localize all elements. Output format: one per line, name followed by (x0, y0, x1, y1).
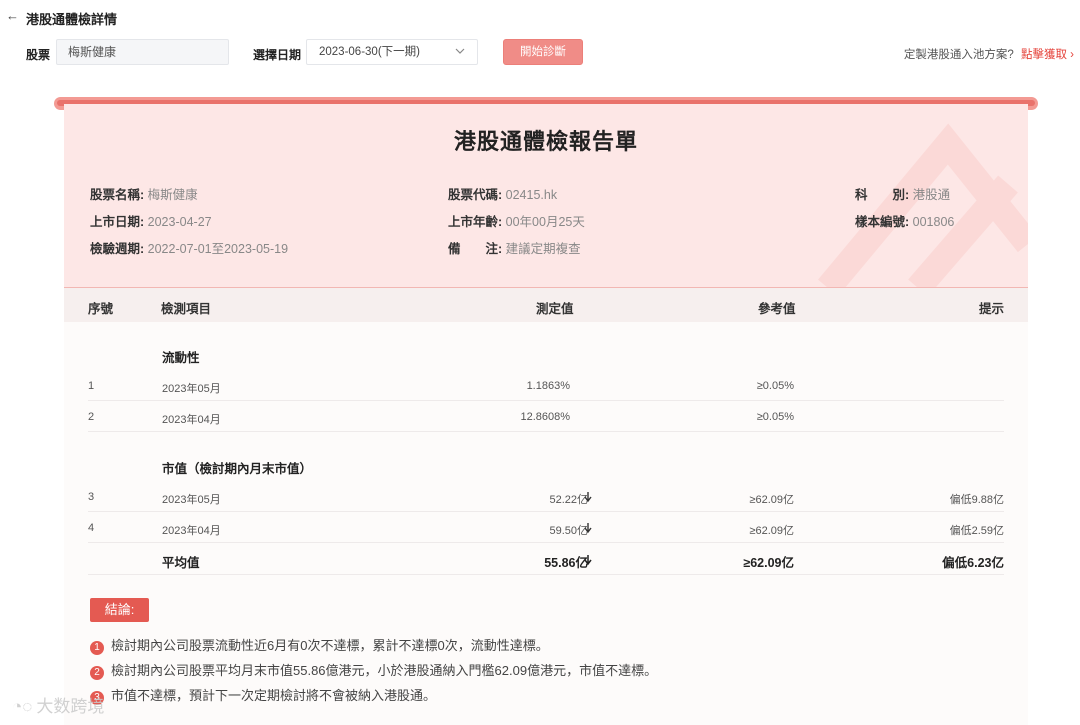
date-select[interactable]: 2023-06-30(下一期) (306, 39, 478, 65)
watermark-logo-icon: ◔◌ (12, 697, 33, 716)
watermark-text: 大数跨境 (36, 697, 105, 716)
stock-label: 股票 (26, 48, 51, 62)
down-arrow-icon (584, 492, 592, 502)
date-select-value: 2023-06-30(下一期) (319, 46, 420, 58)
filter-bar: 股票 梅斯健康 選擇日期 2023-06-30(下一期) 開始診斷 定製港股通入… (0, 38, 1080, 68)
col-value: 測定值 (536, 302, 574, 316)
info-stock-code: 股票代碼: 02415.hk (448, 188, 558, 202)
report-sheet: 港股通體檢報告單 股票名稱: 梅斯健康 股票代碼: 02415.hk 科 別: … (64, 104, 1028, 725)
page-title: 港股通體檢詳情 (26, 12, 118, 27)
info-listing-age: 上市年齡: 00年00月25天 (448, 215, 585, 229)
conclusion-label: 結論: (90, 598, 149, 622)
conclusion-item: 2 檢討期內公司股票平均月末市值55.86億港元，小於港股通納入門檻62.09億港… (90, 660, 657, 680)
chevron-down-icon (455, 48, 465, 54)
date-label: 選擇日期 (253, 48, 302, 62)
table-row: 4 2023年04月 59.50亿 ≥62.09亿 偏低2.59亿 (88, 511, 1004, 543)
table-header: 序號 檢測項目 測定值 參考值 提示 (64, 288, 1028, 322)
col-item: 檢測項目 (161, 302, 212, 316)
back-arrow-icon[interactable]: ← (6, 8, 19, 23)
down-arrow-icon (584, 523, 592, 533)
chevron-right-icon: › (1070, 49, 1074, 61)
watermark: ◔◌ 大数跨境 (8, 692, 104, 717)
conclusion-item: 3 市值不達標，預計下一次定期檢討將不會被納入港股通。 (90, 685, 436, 705)
info-stock-name: 股票名稱: 梅斯健康 (90, 188, 198, 202)
info-period: 檢驗週期: 2022-07-01至2023-05-19 (90, 242, 289, 256)
table-row: 1 2023年05月 1.1863% ≥0.05% (88, 369, 1004, 401)
col-hint: 提示 (979, 302, 1005, 316)
promo-link[interactable]: 點擊獲取 › (1021, 49, 1074, 61)
col-no: 序號 (88, 302, 114, 316)
stock-input[interactable]: 梅斯健康 (56, 39, 229, 65)
info-listing-date: 上市日期: 2023-04-27 (90, 215, 212, 229)
section-title-liquidity: 流動性 (162, 351, 200, 365)
report-title: 港股通體檢報告單 (453, 129, 638, 154)
info-remark: 備 注: 建議定期複查 (448, 242, 581, 256)
conclusion-item: 1 檢討期內公司股票流動性近6月有0次不達標，累計不達標0次，流動性達標。 (90, 635, 549, 655)
promo: 定製港股通入池方案? 點擊獲取 › (904, 46, 1074, 62)
info-sample-no: 樣本編號: 001806 (855, 215, 955, 229)
top-bar: ← 港股通體檢詳情 (0, 0, 1080, 32)
section-title-market-cap: 市值（檢討期內月末市值） (162, 462, 313, 476)
col-ref: 參考值 (758, 302, 796, 316)
down-arrow-icon (584, 555, 592, 565)
table-row-average: 平均值 55.86亿 ≥62.09亿 偏低6.23亿 (88, 543, 1004, 575)
info-category: 科 別: 港股通 (855, 188, 951, 202)
start-diagnosis-button[interactable]: 開始診斷 (503, 39, 583, 65)
report-header: 港股通體檢報告單 股票名稱: 梅斯健康 股票代碼: 02415.hk 科 別: … (64, 104, 1028, 288)
promo-text: 定製港股通入池方案? (903, 49, 1014, 61)
table-row: 2 2023年04月 12.8608% ≥0.05% (88, 400, 1004, 432)
table-row: 3 2023年05月 52.22亿 ≥62.09亿 偏低9.88亿 (88, 480, 1004, 512)
